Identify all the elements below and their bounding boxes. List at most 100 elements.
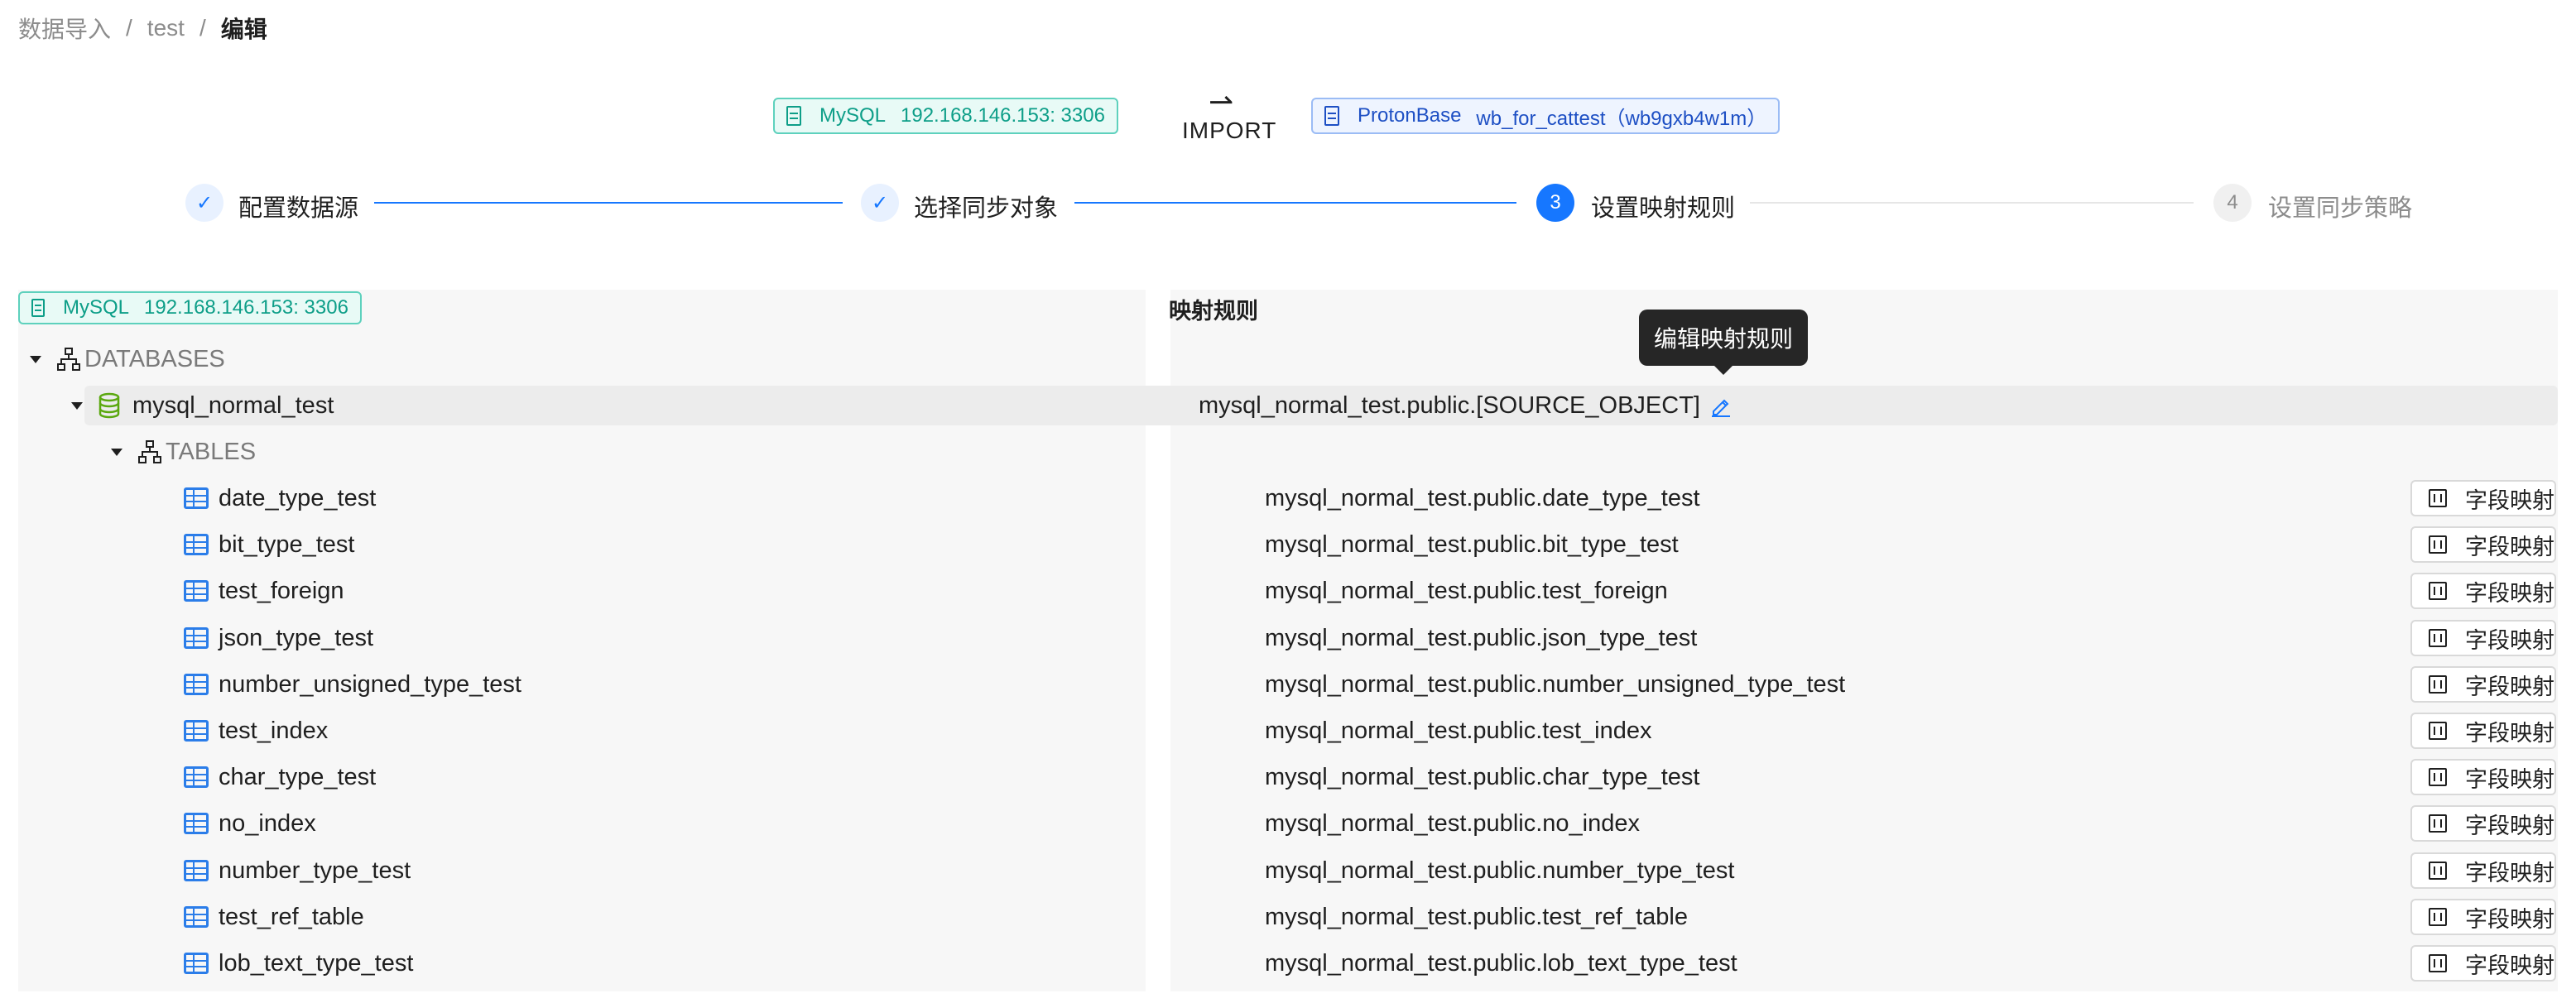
source-tree-tag: MySQL 192.168.146.153: 3306 bbox=[18, 291, 362, 324]
field-mapping-button[interactable]: 字段映射 bbox=[2410, 945, 2556, 982]
step-1-title[interactable]: 配置数据源 bbox=[238, 189, 358, 223]
source-type: MySQL bbox=[819, 104, 887, 127]
tree-node-database[interactable]: mysql_normal_test bbox=[71, 386, 334, 425]
tree-node-tables[interactable]: TABLES bbox=[111, 432, 256, 472]
breadcrumb-separator: / bbox=[126, 15, 132, 41]
field-mapping-label: 字段映射 bbox=[2465, 720, 2554, 746]
field-mapping-button[interactable]: 字段映射 bbox=[2410, 666, 2556, 703]
field-mapping-button[interactable]: 字段映射 bbox=[2410, 526, 2556, 563]
table-icon bbox=[184, 906, 209, 928]
database-mapping-rule: mysql_normal_test.public.[SOURCE_OBJECT] bbox=[1199, 386, 1733, 425]
table-target-name: mysql_normal_test.public.bit_type_test bbox=[1265, 530, 1679, 558]
source-tree-address: 192.168.146.153: 3306 bbox=[144, 296, 348, 319]
table-icon bbox=[184, 580, 209, 602]
breadcrumb-item-data-import[interactable]: 数据导入 bbox=[18, 12, 111, 45]
target-connection-tag: ProtonBase wb_for_cattest（wb9gxb4w1m） bbox=[1311, 98, 1781, 134]
tree-node-table[interactable]: test_index bbox=[184, 711, 328, 751]
connection-summary: MySQL 192.168.146.153: 3306 ⇀ IMPORT Pro… bbox=[0, 83, 2576, 152]
database-name: mysql_normal_test bbox=[132, 391, 334, 419]
source-connection-tag: MySQL 192.168.146.153: 3306 bbox=[773, 98, 1118, 134]
table-target-name: mysql_normal_test.public.number_unsigned… bbox=[1265, 670, 1846, 698]
tables-label: TABLES bbox=[166, 438, 257, 465]
table-name: test_ref_table bbox=[219, 903, 364, 930]
table-target-name: mysql_normal_test.public.json_type_test bbox=[1265, 624, 1698, 651]
tree-node-table[interactable]: date_type_test bbox=[184, 478, 376, 518]
tree-node-table[interactable]: char_type_test bbox=[184, 757, 376, 797]
tree-node-table[interactable]: test_foreign bbox=[184, 571, 344, 611]
table-icon bbox=[184, 720, 209, 742]
table-icon bbox=[184, 674, 209, 695]
field-mapping-icon bbox=[2429, 489, 2447, 507]
field-mapping-icon bbox=[2429, 954, 2447, 972]
tree-node-table[interactable]: lob_text_type_test bbox=[184, 943, 413, 983]
edit-mapping-tooltip: 编辑映射规则 bbox=[1639, 310, 1809, 366]
field-mapping-button[interactable]: 字段映射 bbox=[2410, 899, 2556, 935]
table-icon bbox=[184, 766, 209, 788]
tree-node-table[interactable]: test_ref_table bbox=[184, 897, 364, 937]
table-target-name: mysql_normal_test.public.number_type_tes… bbox=[1265, 857, 1735, 884]
tooltip-arrow bbox=[1713, 365, 1733, 375]
table-target-name: mysql_normal_test.public.test_index bbox=[1265, 717, 1652, 744]
database-mapping-rule-text: mysql_normal_test.public.[SOURCE_OBJECT] bbox=[1199, 391, 1700, 419]
tree-node-table[interactable]: no_index bbox=[184, 804, 316, 843]
tree-node-table[interactable]: bit_type_test bbox=[184, 525, 354, 564]
step-2-title[interactable]: 选择同步对象 bbox=[914, 189, 1058, 223]
step-4-number: 4 bbox=[2213, 184, 2252, 222]
table-name: number_unsigned_type_test bbox=[219, 670, 521, 698]
database-cylinder-icon bbox=[99, 392, 120, 419]
field-mapping-icon bbox=[2429, 862, 2447, 880]
field-mapping-label: 字段映射 bbox=[2465, 674, 2554, 699]
table-name: test_foreign bbox=[219, 577, 344, 604]
table-name: char_type_test bbox=[219, 763, 377, 790]
field-mapping-button[interactable]: 字段映射 bbox=[2410, 805, 2556, 842]
field-mapping-label: 字段映射 bbox=[2465, 766, 2554, 792]
breadcrumb-separator: / bbox=[199, 15, 206, 41]
database-icon bbox=[786, 106, 801, 126]
table-target-name: mysql_normal_test.public.date_type_test bbox=[1265, 484, 1700, 511]
field-mapping-button[interactable]: 字段映射 bbox=[2410, 759, 2556, 795]
table-target-name: mysql_normal_test.public.test_foreign bbox=[1265, 577, 1668, 604]
databases-label: DATABASES bbox=[84, 345, 225, 372]
field-mapping-button[interactable]: 字段映射 bbox=[2410, 573, 2556, 609]
edit-pencil-icon[interactable] bbox=[1709, 393, 1733, 418]
table-icon bbox=[184, 627, 209, 649]
tree-node-databases[interactable]: DATABASES bbox=[30, 339, 225, 379]
table-icon bbox=[184, 860, 209, 881]
caret-down-icon[interactable] bbox=[30, 355, 41, 363]
caret-down-icon[interactable] bbox=[71, 401, 83, 410]
table-name: no_index bbox=[219, 809, 316, 837]
tree-node-table[interactable]: number_unsigned_type_test bbox=[184, 665, 521, 704]
database-icon bbox=[31, 299, 45, 317]
tree-node-table[interactable]: number_type_test bbox=[184, 851, 411, 890]
field-mapping-label: 字段映射 bbox=[2465, 906, 2554, 932]
database-icon bbox=[1324, 106, 1339, 126]
table-name: number_type_test bbox=[219, 857, 411, 884]
field-mapping-icon bbox=[2429, 768, 2447, 786]
import-arrow-icon: ⇀ bbox=[1209, 84, 1234, 118]
field-mapping-icon bbox=[2429, 675, 2447, 694]
table-target-name: mysql_normal_test.public.no_index bbox=[1265, 809, 1640, 837]
field-mapping-button[interactable]: 字段映射 bbox=[2410, 852, 2556, 889]
field-mapping-icon bbox=[2429, 629, 2447, 647]
source-tree-type: MySQL bbox=[63, 296, 130, 319]
field-mapping-button[interactable]: 字段映射 bbox=[2410, 713, 2556, 749]
field-mapping-label: 字段映射 bbox=[2465, 487, 2554, 513]
table-icon bbox=[184, 813, 209, 834]
table-icon bbox=[184, 953, 209, 974]
field-mapping-icon bbox=[2429, 814, 2447, 833]
field-mapping-button[interactable]: 字段映射 bbox=[2410, 620, 2556, 656]
table-name: lob_text_type_test bbox=[219, 949, 414, 977]
table-target-name: mysql_normal_test.public.char_type_test bbox=[1265, 763, 1700, 790]
field-mapping-label: 字段映射 bbox=[2465, 627, 2554, 653]
wizard-steps: ✓ 配置数据源 ✓ 选择同步对象 3 设置映射规则 4 设置同步策略 bbox=[0, 180, 2576, 227]
field-mapping-label: 字段映射 bbox=[2465, 813, 2554, 838]
field-mapping-icon bbox=[2429, 535, 2447, 554]
table-icon bbox=[184, 534, 209, 555]
table-target-name: mysql_normal_test.public.test_ref_table bbox=[1265, 903, 1688, 930]
table-name: date_type_test bbox=[219, 484, 377, 511]
field-mapping-button[interactable]: 字段映射 bbox=[2410, 480, 2556, 516]
tree-node-table[interactable]: json_type_test bbox=[184, 618, 373, 658]
breadcrumb-item-test[interactable]: test bbox=[147, 15, 185, 41]
caret-down-icon[interactable] bbox=[111, 448, 123, 456]
step-3-title: 设置映射规则 bbox=[1591, 195, 1736, 222]
